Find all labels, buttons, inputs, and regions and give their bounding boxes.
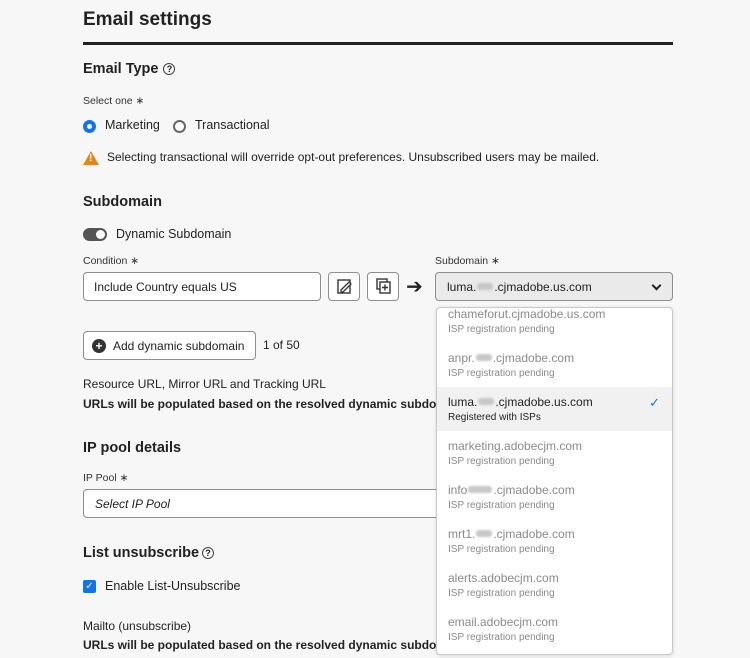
- resource-url-label: Resource URL, Mirror URL and Tracking UR…: [83, 377, 326, 391]
- option-name: luma. .cjmadobe.us.com: [448, 395, 593, 409]
- option-name: chameforut.cjmadobe.us.com: [448, 307, 606, 321]
- option-prefix: luma.: [448, 395, 478, 409]
- dynamic-subdomain-toggle[interactable]: [83, 228, 107, 241]
- condition-value: Include Country equals US: [94, 280, 237, 294]
- resource-url-note: URLs will be populated based on the reso…: [83, 397, 454, 411]
- redacted-segment: [476, 530, 493, 537]
- option-prefix: info: [448, 483, 468, 497]
- subdomain-select[interactable]: luma. .cjmadobe.us.com: [435, 272, 673, 301]
- help-circle-icon[interactable]: ?: [163, 63, 176, 75]
- ip-pool-placeholder: Select IP Pool: [95, 497, 170, 511]
- dropdown-option[interactable]: chameforut.cjmadobe.us.com ISP registrat…: [437, 307, 672, 343]
- radio-marketing[interactable]: [83, 120, 96, 133]
- edit-condition-button[interactable]: [328, 272, 360, 301]
- list-unsubscribe-checkbox-label[interactable]: Enable List-Unsubscribe: [105, 579, 241, 593]
- warning-icon-mark: !: [89, 153, 93, 164]
- subdomain-heading: Subdomain: [83, 194, 162, 210]
- list-unsubscribe-heading-text: List unsubscribe: [83, 545, 200, 561]
- subdomain-select-suffix: .cjmadobe.us.com: [494, 280, 592, 294]
- option-status: ISP registration pending: [448, 500, 555, 511]
- email-type-heading-text: Email Type: [83, 61, 159, 77]
- add-circle-icon: +: [92, 339, 106, 353]
- email-type-heading: Email Type?: [83, 61, 176, 77]
- subdomain-count: 1 of 50: [263, 338, 300, 352]
- redacted-segment: [477, 283, 494, 290]
- radio-transactional-label[interactable]: Transactional: [195, 118, 270, 132]
- add-dynamic-subdomain-button[interactable]: + Add dynamic subdomain: [83, 331, 256, 360]
- radio-transactional[interactable]: [173, 120, 186, 133]
- option-name: mrt1. .cjmadobe.com: [448, 527, 575, 541]
- list-unsubscribe-heading: List unsubscribe?: [83, 545, 215, 561]
- option-name: info .cjmadobe.com: [448, 483, 575, 497]
- dynamic-subdomain-label: Dynamic Subdomain: [116, 227, 232, 241]
- dropdown-option[interactable]: anpr. .cjmadobe.com ISP registration pend…: [437, 343, 672, 387]
- option-status: ISP registration pending: [448, 544, 555, 555]
- option-status: ISP registration pending: [448, 632, 555, 643]
- option-name: marketing.adobecjm.com: [448, 439, 583, 453]
- option-prefix: mrt1.: [448, 527, 476, 541]
- page-title: Email settings: [83, 9, 212, 30]
- chevron-down-icon: [651, 280, 662, 291]
- transactional-warning: Selecting transactional will override op…: [107, 150, 600, 164]
- add-dynamic-subdomain-label: Add dynamic subdomain: [113, 339, 245, 353]
- option-name: anpr. .cjmadobe.com: [448, 351, 574, 365]
- dropdown-option[interactable]: mrt1. .cjmadobe.com ISP registration pend…: [437, 519, 672, 563]
- option-suffix: .cjmadobe.com: [493, 527, 575, 541]
- option-status: ISP registration pending: [448, 368, 555, 379]
- option-prefix: anpr.: [448, 351, 475, 365]
- ip-pool-heading: IP pool details: [83, 440, 182, 456]
- option-status: Registered with ISPs: [448, 412, 541, 423]
- arrow-right-icon: ➔: [406, 276, 423, 298]
- radio-marketing-label[interactable]: Marketing: [105, 118, 160, 132]
- help-circle-icon[interactable]: ?: [202, 547, 215, 559]
- redacted-segment: [475, 354, 492, 361]
- subdomain-dropdown[interactable]: chameforut.cjmadobe.us.com ISP registrat…: [436, 307, 673, 655]
- option-name: alerts.adobecjm.com: [448, 571, 559, 585]
- subdomain-select-prefix: luma.: [447, 280, 477, 294]
- option-status: ISP registration pending: [448, 456, 555, 467]
- condition-label: Condition ∗: [83, 255, 140, 267]
- dropdown-option-selected[interactable]: luma. .cjmadobe.us.com Registered with IS…: [437, 387, 672, 431]
- option-status: ISP registration pending: [448, 588, 555, 599]
- option-name: email.adobecjm.com: [448, 615, 559, 629]
- redacted-segment: [468, 486, 493, 493]
- checkmark-icon: ✓: [649, 395, 660, 410]
- title-divider: [83, 42, 673, 45]
- mailto-label: Mailto (unsubscribe): [83, 619, 192, 633]
- redacted-segment: [478, 398, 495, 405]
- option-status: ISP registration pending: [448, 324, 555, 335]
- add-copy-icon: [376, 278, 391, 294]
- dropdown-option[interactable]: alerts.adobecjm.com ISP registration pen…: [437, 563, 672, 607]
- option-suffix: .cjmadobe.com: [493, 483, 575, 497]
- condition-field[interactable]: Include Country equals US: [83, 272, 321, 301]
- dropdown-option[interactable]: email.adobecjm.com ISP registration pend…: [437, 607, 672, 651]
- ip-pool-label: IP Pool ∗: [83, 472, 129, 484]
- toggle-knob: [96, 230, 105, 239]
- select-one-label: Select one ∗: [83, 95, 145, 107]
- edit-icon: [337, 279, 352, 294]
- option-suffix: .cjmadobe.us.com: [495, 395, 593, 409]
- ip-pool-select[interactable]: Select IP Pool: [83, 489, 443, 518]
- add-condition-button[interactable]: [367, 272, 399, 301]
- dropdown-option[interactable]: marketing.adobecjm.com ISP registration …: [437, 431, 672, 475]
- mailto-note: URLs will be populated based on the reso…: [83, 638, 454, 652]
- option-suffix: .cjmadobe.com: [492, 351, 575, 365]
- dropdown-option[interactable]: info .cjmadobe.com ISP registration pendi…: [437, 475, 672, 519]
- list-unsubscribe-checkbox[interactable]: ✓: [83, 580, 96, 593]
- subdomain-label: Subdomain ∗: [435, 255, 500, 267]
